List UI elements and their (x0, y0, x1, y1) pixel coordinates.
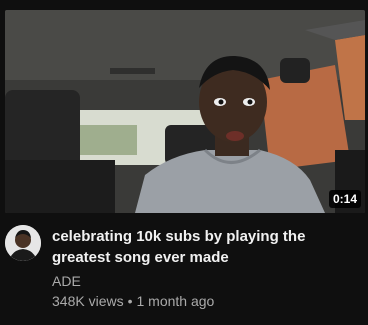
channel-avatar[interactable] (5, 225, 41, 261)
avatar-icon (5, 225, 41, 261)
video-title[interactable]: celebrating 10k subs by playing the grea… (52, 226, 352, 268)
video-meta: 348K views • 1 month ago (52, 292, 214, 310)
channel-name[interactable]: ADE (52, 272, 81, 290)
video-card[interactable]: 0:14 celebrating 10k subs by playing the… (0, 0, 368, 325)
view-count: 348K views (52, 293, 124, 309)
video-thumbnail[interactable]: 0:14 (5, 10, 365, 213)
duration-badge: 0:14 (328, 190, 361, 208)
meta-separator: • (127, 293, 133, 309)
thumbnail-image (5, 10, 365, 213)
upload-age: 1 month ago (136, 293, 215, 309)
